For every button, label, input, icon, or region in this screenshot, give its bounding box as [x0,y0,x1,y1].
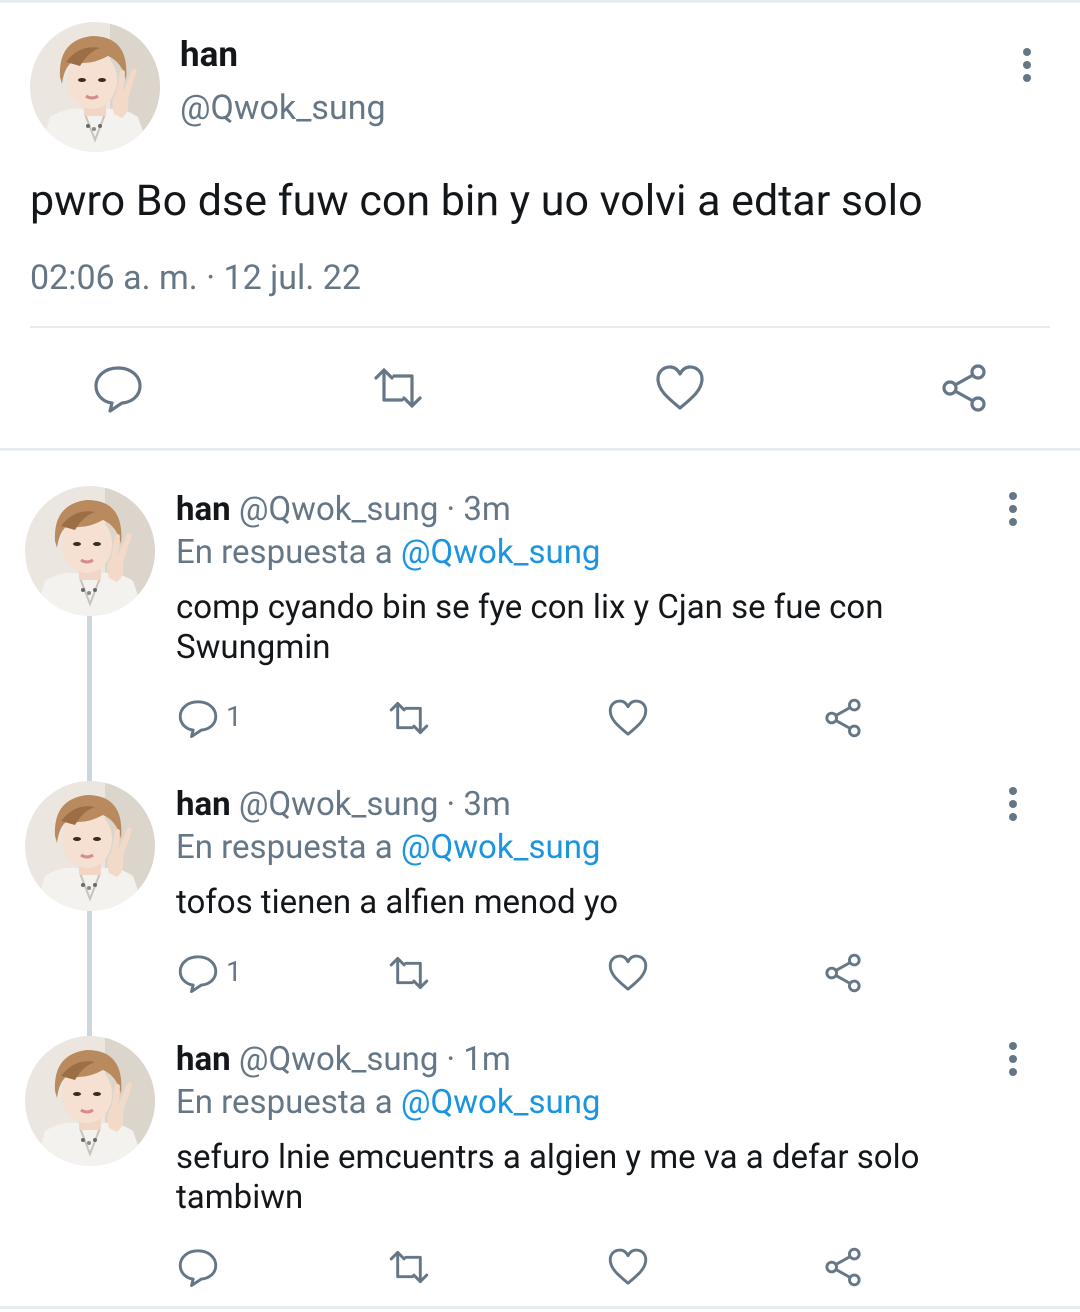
divider [30,326,1050,328]
in-reply-handle-link[interactable]: @Qwok_sung [401,533,601,572]
share-icon[interactable] [822,952,864,994]
reply-icon[interactable] [177,1246,219,1288]
reply-header: han @Qwok_sung · 3m [176,490,511,529]
retweet-icon[interactable] [372,362,424,414]
thread-line [87,911,92,1036]
tweet-timestamp: 02:06 a. m. · 12 jul. 22 [30,258,361,298]
retweet-icon[interactable] [388,697,430,739]
share-icon[interactable] [822,697,864,739]
reply-header: han @Qwok_sung · 1m [176,1040,511,1079]
in-reply-to: En respuesta a @Qwok_sung [176,828,600,867]
reply-tweet[interactable]: han @Qwok_sung · 1m En respuesta a @Qwok… [0,1036,1080,1296]
reply-count: 1 [226,700,242,733]
retweet-icon[interactable] [388,952,430,994]
like-icon[interactable] [607,697,649,739]
section-divider [0,448,1080,451]
in-reply-handle-link[interactable]: @Qwok_sung [401,1083,601,1122]
in-reply-prefix: En respuesta a [176,828,393,867]
like-icon[interactable] [654,362,706,414]
reply-icon[interactable] [177,952,219,994]
handle-time: @Qwok_sung · 3m [238,785,511,824]
display-name[interactable]: han [176,1040,231,1079]
reply-tweet[interactable]: han @Qwok_sung · 3m En respuesta a @Qwok… [0,781,1080,1036]
avatar[interactable] [25,1036,155,1166]
in-reply-handle-link[interactable]: @Qwok_sung [401,828,601,867]
display-name[interactable]: han [176,490,231,529]
display-name[interactable]: han [180,34,238,75]
reply-icon[interactable] [177,697,219,739]
user-handle[interactable]: @Qwok_sung [180,88,386,128]
share-icon[interactable] [938,362,990,414]
reply-tweet[interactable]: han @Qwok_sung · 3m En respuesta a @Qwok… [0,486,1080,786]
display-name[interactable]: han [176,785,231,824]
thread-line [87,616,92,786]
handle-time: @Qwok_sung · 3m [238,490,511,529]
avatar[interactable] [30,22,160,152]
in-reply-to: En respuesta a @Qwok_sung [176,533,600,572]
retweet-icon[interactable] [388,1246,430,1288]
like-icon[interactable] [607,952,649,994]
share-icon[interactable] [822,1246,864,1288]
reply-text: sefuro lnie emcuentrs a algien y me va a… [176,1138,920,1217]
bottom-divider [0,1306,1080,1309]
more-options-icon[interactable] [996,783,1030,827]
avatar[interactable] [25,781,155,911]
more-options-icon[interactable] [996,1038,1030,1082]
reply-count: 1 [226,955,242,988]
tweet-text: pwro Bo dse fuw con bin y uo volvi a edt… [30,176,923,226]
in-reply-prefix: En respuesta a [176,1083,393,1122]
reply-icon[interactable] [92,362,144,414]
in-reply-prefix: En respuesta a [176,533,393,572]
reply-header: han @Qwok_sung · 3m [176,785,511,824]
handle-time: @Qwok_sung · 1m [238,1040,511,1079]
avatar[interactable] [25,486,155,616]
more-options-icon[interactable] [1010,44,1044,88]
reply-text: tofos tienen a alfien menod yo [176,883,619,922]
like-icon[interactable] [607,1246,649,1288]
reply-text: comp cyando bin se fye con lix y Cjan se… [176,588,884,667]
main-tweet: han @Qwok_sung pwro Bo dse fuw con bin y… [0,0,1080,450]
more-options-icon[interactable] [996,488,1030,532]
in-reply-to: En respuesta a @Qwok_sung [176,1083,600,1122]
